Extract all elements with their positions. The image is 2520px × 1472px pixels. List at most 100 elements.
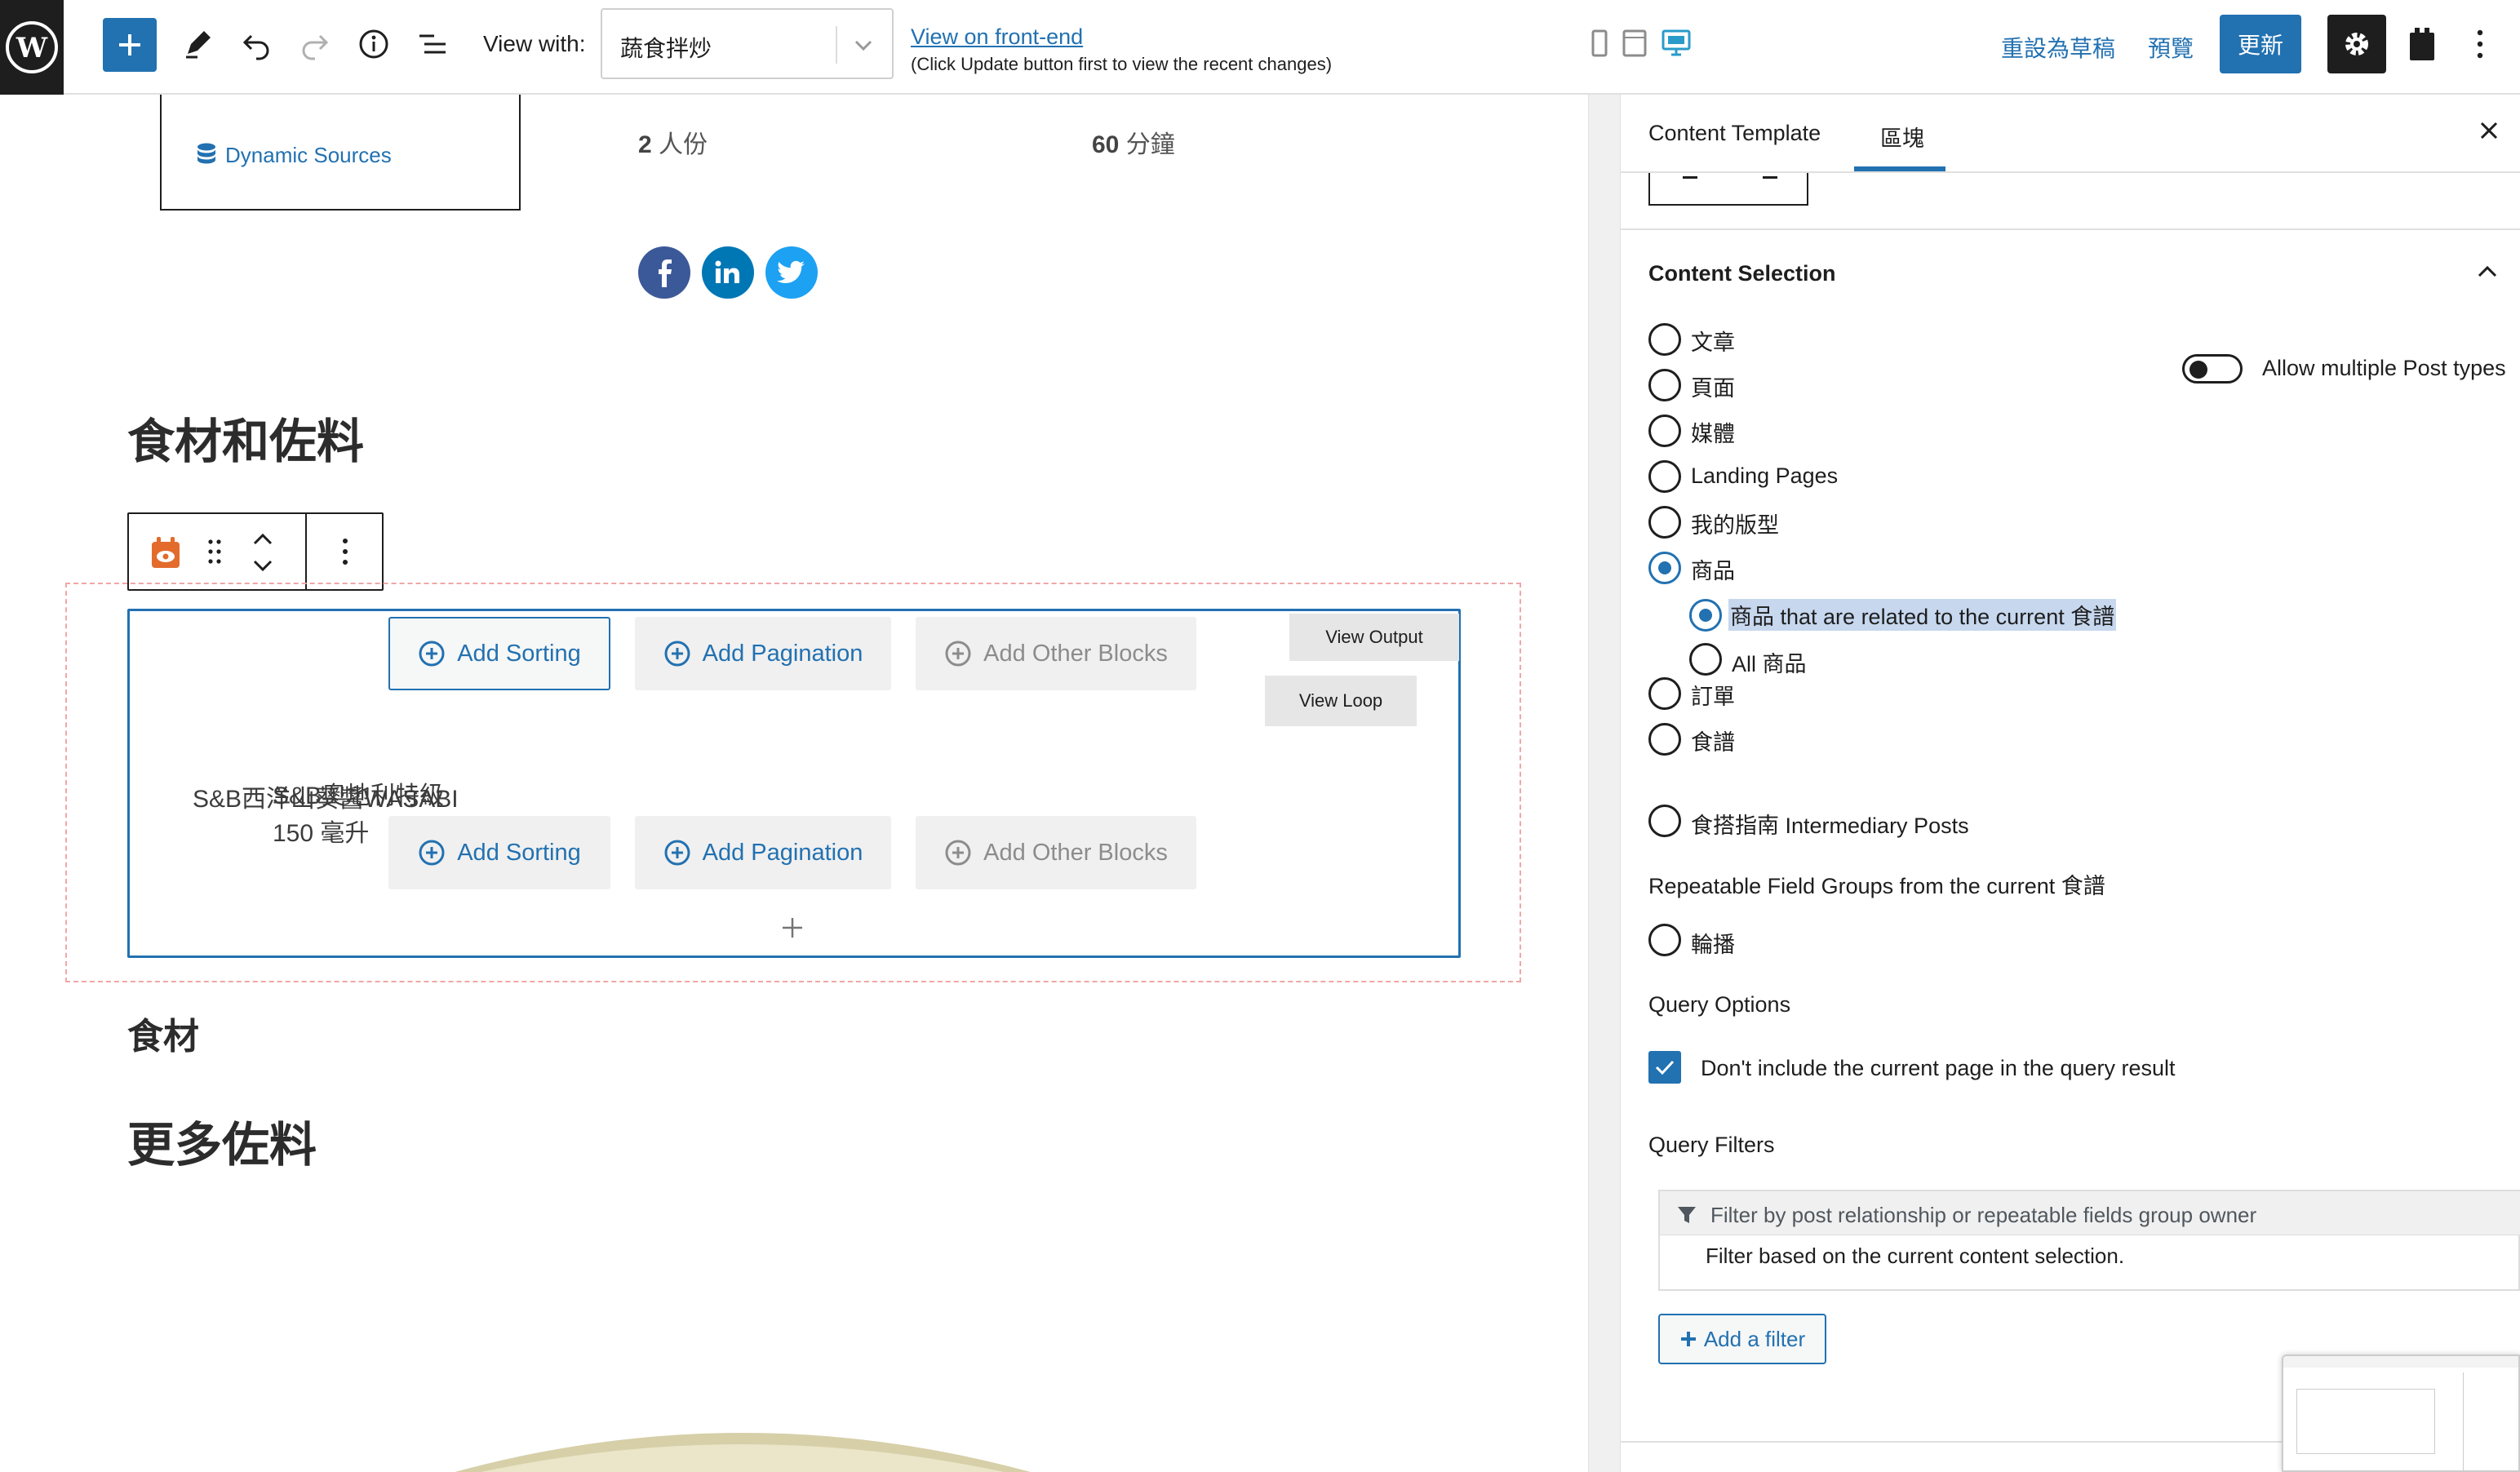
radio-label-recipes: 食譜	[1691, 730, 1735, 755]
svg-text:W: W	[16, 32, 48, 64]
view-with-value: 蔬食拌炒	[620, 36, 712, 61]
add-sorting-button[interactable]: Add Sorting	[388, 617, 610, 690]
add-sorting-button-2[interactable]: Add Sorting	[388, 816, 610, 889]
view-block-icon[interactable]	[150, 535, 181, 574]
radio-rfg-carousel[interactable]	[1648, 924, 1681, 956]
radio-label-carousel: 輪播	[1691, 933, 1735, 957]
device-tablet-icon[interactable]	[1622, 29, 1647, 61]
servings-number: 2	[638, 131, 652, 158]
dynamic-sources-label: Dynamic Sources	[225, 142, 392, 167]
tools-button[interactable]	[175, 21, 220, 67]
heading-ingredients[interactable]: 食材	[127, 1007, 199, 1059]
filter-description: Filter based on the current content sele…	[1706, 1244, 2125, 1268]
radio-label-related-products: 商品 that are related to the current 食譜	[1728, 599, 2117, 631]
device-mobile-icon[interactable]	[1590, 29, 1609, 61]
dish-image	[455, 1433, 1031, 1472]
product-title-text-overlay: S&B奧地利特級	[273, 783, 445, 809]
radio-intermediary-posts[interactable]	[1648, 805, 1681, 837]
dynamic-sources-button[interactable]: Dynamic Sources	[196, 142, 392, 168]
thumb-content	[2296, 1389, 2435, 1454]
view-output-button[interactable]: View Output	[1289, 614, 1459, 661]
filter-header-text: Filter by post relationship or repeatabl…	[1710, 1203, 2257, 1227]
view-with-select[interactable]: 蔬食拌炒	[601, 8, 894, 79]
tab-block[interactable]: 區塊	[1880, 121, 1924, 153]
block-options-icon[interactable]	[341, 537, 349, 570]
radio-related-products[interactable]	[1689, 599, 1722, 632]
device-desktop-icon[interactable]	[1662, 29, 1691, 61]
allow-multiple-label: Allow multiple Post types	[2262, 356, 2506, 380]
panel-divider	[1621, 228, 2520, 230]
checkmark-icon	[1655, 1060, 1675, 1075]
add-other-blocks-button[interactable]: Add Other Blocks	[916, 617, 1196, 690]
undo-button[interactable]	[233, 21, 279, 67]
content-selection-title[interactable]: Content Selection	[1648, 261, 1836, 286]
add-block-button[interactable]	[103, 18, 157, 72]
tab-content-template[interactable]: Content Template	[1648, 121, 1821, 146]
toolset-button[interactable]	[2399, 20, 2445, 69]
plus-circle-icon	[419, 641, 445, 667]
minus-mark-2	[1763, 176, 1777, 179]
twitter-share-icon[interactable]	[765, 246, 818, 299]
view-on-frontend-link[interactable]: View on front-end	[911, 24, 1083, 50]
move-up-icon[interactable]	[251, 530, 274, 552]
add-filter-button[interactable]: Add a filter	[1658, 1314, 1826, 1364]
add-pagination-button-2[interactable]: Add Pagination	[635, 816, 891, 889]
allow-multiple-toggle[interactable]	[2182, 354, 2243, 384]
list-view-icon	[419, 34, 446, 54]
radio-post-type-products[interactable]	[1648, 552, 1681, 584]
details-button[interactable]	[351, 21, 397, 67]
exclude-current-checkbox[interactable]	[1648, 1051, 1681, 1084]
heading-more-seasoning[interactable]: 更多佐料	[127, 1106, 317, 1175]
view-loop-button[interactable]: View Loop	[1265, 676, 1417, 726]
plus-circle-icon	[664, 840, 690, 866]
radio-label-intermediary: 食搭指南 Intermediary Posts	[1691, 814, 1969, 838]
block-appender-plus-icon[interactable]	[780, 916, 805, 944]
add-pagination-button[interactable]: Add Pagination	[635, 617, 891, 690]
add-other-blocks-button-2[interactable]: Add Other Blocks	[916, 816, 1196, 889]
drag-handle-icon[interactable]	[206, 537, 224, 570]
radio-all-products[interactable]	[1689, 643, 1722, 676]
plus-circle-icon	[945, 840, 971, 866]
settings-button[interactable]	[2327, 15, 2386, 73]
radio-post-type-orders[interactable]	[1648, 677, 1681, 710]
number-control-stub	[1648, 173, 1808, 206]
update-button[interactable]: 更新	[2220, 15, 2301, 73]
product-volume-text: 150 毫升	[273, 820, 370, 847]
list-view-button[interactable]	[410, 21, 455, 67]
close-icon[interactable]	[2478, 119, 2500, 146]
cook-time-unit: 分鐘	[1125, 131, 1175, 158]
minus-mark	[1683, 176, 1697, 179]
servings-unit: 人份	[659, 131, 708, 158]
sidebar-gutter	[1588, 95, 1621, 1472]
preview-button[interactable]: 預覽	[2148, 31, 2194, 64]
thumb-divider	[2463, 1372, 2464, 1470]
linkedin-share-icon[interactable]	[702, 246, 754, 299]
radio-post-type-my-templates[interactable]	[1648, 506, 1681, 539]
radio-label-all-products: All 商品	[1732, 652, 1807, 676]
add-pagination-label-2: Add Pagination	[702, 839, 863, 866]
switch-to-draft-button[interactable]: 重設為草稿	[2001, 31, 2115, 64]
radio-post-type-recipes[interactable]	[1648, 723, 1681, 756]
wordpress-logo-icon[interactable]: W	[0, 0, 64, 95]
block-toolbar	[127, 512, 384, 591]
chevron-up-icon[interactable]	[2476, 263, 2499, 283]
plus-circle-icon	[664, 641, 690, 667]
add-other-blocks-label: Add Other Blocks	[983, 640, 1168, 667]
filter-icon	[1676, 1204, 1697, 1230]
exclude-current-label: Don't include the current page in the qu…	[1701, 1056, 2176, 1080]
heading-ingredients-seasoning[interactable]: 食材和佐料	[127, 403, 364, 472]
servings-text: 2 人份	[638, 124, 708, 160]
radio-post-type-media[interactable]	[1648, 415, 1681, 447]
facebook-share-icon[interactable]	[638, 246, 690, 299]
rfg-title: Repeatable Field Groups from the current…	[1648, 874, 2105, 898]
options-menu-button[interactable]	[2460, 20, 2500, 69]
radio-post-type-landing-pages[interactable]	[1648, 460, 1681, 493]
plus-circle-icon	[945, 641, 971, 667]
radio-post-type-posts[interactable]	[1648, 323, 1681, 356]
screenshot-thumbnail[interactable]	[2282, 1355, 2520, 1472]
radio-post-type-pages[interactable]	[1648, 369, 1681, 401]
redo-button[interactable]	[292, 21, 338, 67]
radio-label-landing-pages: Landing Pages	[1691, 463, 1839, 488]
move-down-icon[interactable]	[251, 556, 274, 579]
editor-canvas: Dynamic Sources 2 人份 60 分鐘 食材和佐料 Add Sor…	[0, 95, 1588, 1472]
